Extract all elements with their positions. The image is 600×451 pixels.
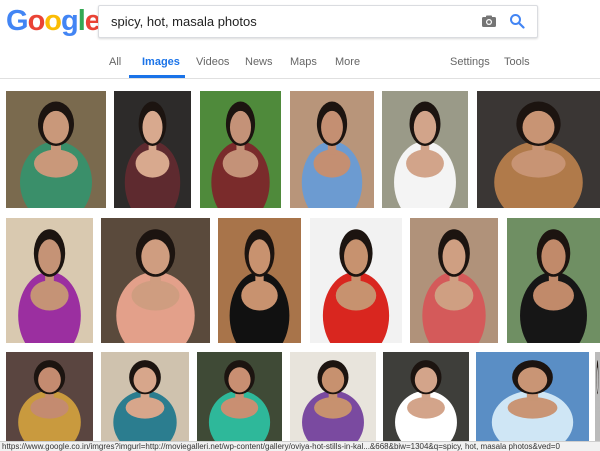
image-result-thumbnail[interactable] <box>101 218 210 343</box>
logo-letter: l <box>77 5 86 37</box>
search-input[interactable] <box>109 6 473 39</box>
image-result-thumbnail[interactable] <box>410 218 498 343</box>
tab-more[interactable]: More <box>335 56 360 68</box>
image-result-thumbnail[interactable] <box>595 352 600 442</box>
image-result-thumbnail[interactable] <box>383 352 469 442</box>
image-result-thumbnail[interactable] <box>477 91 600 208</box>
tab-tools[interactable]: Tools <box>504 56 530 68</box>
image-result-thumbnail[interactable] <box>290 352 376 442</box>
image-result-thumbnail[interactable] <box>382 91 468 208</box>
logo-letter: o <box>44 5 62 37</box>
search-icon[interactable] <box>509 13 525 29</box>
search-box[interactable]: spicy, hot, masala photos <box>98 5 538 39</box>
image-result-thumbnail[interactable] <box>476 352 589 442</box>
camera-icon[interactable] <box>481 13 497 29</box>
logo-letter: o <box>27 5 46 37</box>
tab-settings[interactable]: Settings <box>450 56 490 68</box>
google-logo[interactable]: Google <box>6 5 101 37</box>
image-result-thumbnail[interactable] <box>6 218 93 343</box>
image-result-thumbnail[interactable] <box>6 91 106 208</box>
logo-letter: G <box>6 5 29 37</box>
image-result-thumbnail[interactable] <box>114 91 191 208</box>
image-result-thumbnail[interactable] <box>310 218 402 343</box>
search-tabs: All Images Videos News Maps More Setting… <box>0 50 600 78</box>
tab-videos[interactable]: Videos <box>196 56 229 68</box>
tab-images[interactable]: Images <box>142 56 180 68</box>
image-result-thumbnail[interactable] <box>101 352 189 442</box>
header: Google spicy, hot, masala photos All Ima… <box>0 0 600 79</box>
tab-maps[interactable]: Maps <box>290 56 317 68</box>
image-result-thumbnail[interactable] <box>290 91 374 208</box>
image-results-grid <box>0 78 600 442</box>
image-result-thumbnail[interactable] <box>197 352 282 442</box>
logo-letter: g <box>61 5 79 37</box>
image-result-thumbnail[interactable] <box>507 218 600 343</box>
image-result-thumbnail[interactable] <box>200 91 281 208</box>
tab-news[interactable]: News <box>245 56 273 68</box>
image-result-thumbnail[interactable] <box>218 218 301 343</box>
tab-all[interactable]: All <box>109 56 121 68</box>
image-result-thumbnail[interactable] <box>6 352 93 442</box>
